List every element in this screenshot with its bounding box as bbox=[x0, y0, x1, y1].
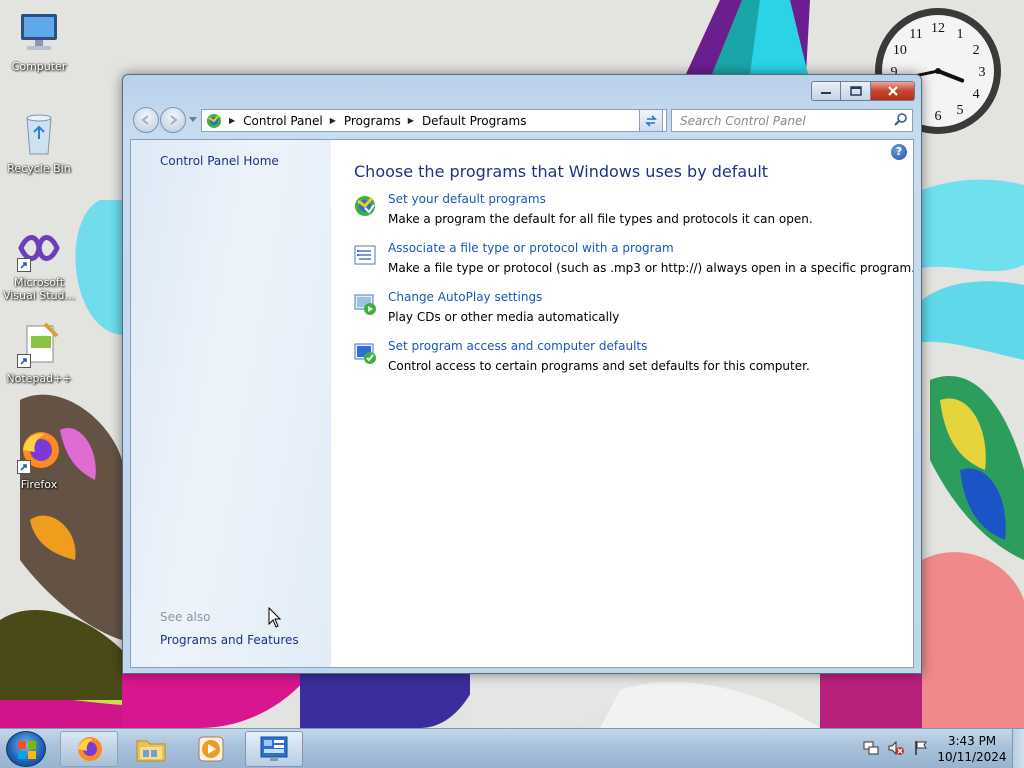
shortcut-arrow-icon bbox=[17, 460, 31, 474]
search-placeholder: Search Control Panel bbox=[680, 114, 806, 128]
desktop-icon-label: Computer bbox=[11, 60, 67, 73]
task-change-autoplay: Change AutoPlay settings Play CDs or oth… bbox=[353, 290, 893, 330]
change-autoplay-link[interactable]: Change AutoPlay settings bbox=[388, 290, 542, 304]
notepad-plus-plus-icon bbox=[15, 320, 63, 368]
shortcut-arrow-icon bbox=[17, 258, 31, 272]
task-description: Make a file type or protocol (such as .m… bbox=[388, 261, 914, 275]
task-set-default-programs: Set your default programs Make a program… bbox=[353, 192, 893, 232]
breadcrumb-separator-icon: ▶ bbox=[329, 116, 336, 125]
computer-icon bbox=[15, 8, 63, 56]
minimize-icon bbox=[821, 92, 831, 94]
taskbar-item-windows-explorer[interactable] bbox=[122, 731, 180, 767]
left-pane: Control Panel Home See also Programs and… bbox=[131, 140, 331, 667]
clock-number: 2 bbox=[973, 43, 980, 58]
desktop-icon-label: Firefox bbox=[20, 478, 58, 491]
desktop-icon-visual-studio[interactable]: Microsoft Visual Stud... bbox=[1, 224, 77, 302]
taskbar-clock[interactable]: 3:43 PM 10/11/2024 bbox=[932, 733, 1012, 765]
task-associate-file-type: Associate a file type or protocol with a… bbox=[353, 241, 913, 281]
search-icon bbox=[894, 113, 907, 126]
control-panel-icon bbox=[207, 113, 221, 128]
show-desktop-button[interactable] bbox=[1012, 729, 1024, 768]
folder-icon bbox=[136, 740, 166, 762]
default-programs-icon bbox=[355, 196, 375, 216]
page-title: Choose the programs that Windows uses by… bbox=[354, 162, 769, 181]
autoplay-icon bbox=[354, 294, 376, 315]
set-default-programs-link[interactable]: Set your default programs bbox=[388, 192, 546, 206]
address-bar[interactable]: ▶ Control Panel ▶ Programs ▶ Default Pro… bbox=[201, 109, 667, 132]
clock-number: 10 bbox=[893, 43, 907, 58]
programs-and-features-link[interactable]: Programs and Features bbox=[160, 633, 299, 647]
forward-button[interactable] bbox=[160, 107, 186, 133]
desktop-icon-label: Microsoft Visual Stud... bbox=[2, 276, 76, 302]
start-button[interactable] bbox=[6, 731, 46, 767]
back-arrow-icon bbox=[141, 115, 149, 125]
clock-number: 3 bbox=[979, 65, 986, 80]
close-icon bbox=[887, 86, 898, 96]
navigation-bar: ▶ Control Panel ▶ Programs ▶ Default Pro… bbox=[131, 105, 913, 135]
breadcrumb-separator-icon: ▶ bbox=[407, 116, 414, 125]
taskbar-item-media-player[interactable] bbox=[182, 731, 240, 767]
taskbar-item-firefox[interactable] bbox=[60, 731, 118, 767]
file-association-icon bbox=[354, 245, 376, 265]
mouse-cursor-icon bbox=[268, 607, 282, 628]
firefox-icon bbox=[78, 737, 102, 761]
help-icon: ? bbox=[895, 145, 903, 158]
recycle-bin-icon bbox=[15, 110, 63, 158]
desktop-icon-firefox[interactable]: Firefox bbox=[1, 426, 77, 491]
windows-logo-icon bbox=[18, 741, 36, 759]
clock-number: 1 bbox=[957, 27, 964, 42]
back-button[interactable] bbox=[133, 107, 159, 133]
firefox-icon bbox=[15, 426, 63, 474]
taskbar-date: 10/11/2024 bbox=[937, 750, 1007, 764]
control-panel-icon bbox=[260, 736, 288, 761]
task-description: Play CDs or other media automatically bbox=[388, 310, 620, 324]
refresh-icon bbox=[645, 114, 657, 127]
desktop-icon-label: Notepad++ bbox=[6, 372, 72, 385]
desktop-icon-label: Recycle Bin bbox=[7, 162, 71, 175]
help-button[interactable]: ? bbox=[891, 144, 907, 160]
refresh-button[interactable] bbox=[639, 109, 663, 132]
breadcrumb-default-programs[interactable]: Default Programs bbox=[422, 114, 527, 128]
media-player-icon bbox=[198, 736, 224, 762]
shortcut-arrow-icon bbox=[17, 354, 31, 368]
volume-muted-icon[interactable] bbox=[887, 739, 905, 757]
taskbar-item-control-panel[interactable] bbox=[245, 731, 303, 767]
taskbar-time: 3:43 PM bbox=[947, 734, 997, 748]
content-area: Control Panel Home See also Programs and… bbox=[130, 139, 914, 668]
forward-arrow-icon bbox=[170, 115, 178, 125]
clock-number: 5 bbox=[957, 103, 964, 118]
clock-number: 12 bbox=[931, 21, 945, 36]
clock-number: 6 bbox=[935, 109, 942, 124]
desktop-icon-notepad-plus-plus[interactable]: Notepad++ bbox=[1, 320, 77, 385]
network-icon[interactable] bbox=[862, 739, 880, 757]
associate-file-type-link[interactable]: Associate a file type or protocol with a… bbox=[388, 241, 674, 255]
maximize-icon bbox=[849, 86, 862, 96]
visual-studio-icon bbox=[15, 224, 63, 272]
caption-buttons bbox=[811, 81, 915, 101]
maximize-button[interactable] bbox=[841, 81, 871, 101]
desktop-icon-recycle-bin[interactable]: Recycle Bin bbox=[1, 110, 77, 175]
task-description: Control access to certain programs and s… bbox=[388, 359, 810, 373]
see-also-heading: See also bbox=[160, 610, 211, 624]
program-access-icon bbox=[354, 343, 376, 364]
breadcrumb-separator-icon: ▶ bbox=[229, 116, 236, 125]
close-button[interactable] bbox=[871, 81, 915, 101]
minimize-button[interactable] bbox=[811, 81, 841, 101]
program-access-link[interactable]: Set program access and computer defaults bbox=[388, 339, 647, 353]
taskbar: 3:43 PM 10/11/2024 bbox=[0, 728, 1024, 768]
clock-number: 11 bbox=[909, 27, 922, 42]
breadcrumb-programs[interactable]: Programs bbox=[344, 114, 401, 128]
control-panel-window: ▶ Control Panel ▶ Programs ▶ Default Pro… bbox=[122, 74, 922, 674]
clock-number: 4 bbox=[973, 87, 980, 102]
control-panel-home-link[interactable]: Control Panel Home bbox=[160, 154, 279, 168]
action-center-flag-icon[interactable] bbox=[912, 739, 930, 757]
system-tray bbox=[862, 739, 930, 757]
desktop-icon-computer[interactable]: Computer bbox=[1, 8, 77, 73]
recent-pages-chevron-icon[interactable] bbox=[189, 117, 197, 123]
task-program-access: Set program access and computer defaults… bbox=[353, 339, 893, 379]
task-description: Make a program the default for all file … bbox=[388, 212, 813, 226]
breadcrumb-control-panel[interactable]: Control Panel bbox=[243, 114, 323, 128]
search-input[interactable]: Search Control Panel bbox=[671, 109, 913, 132]
